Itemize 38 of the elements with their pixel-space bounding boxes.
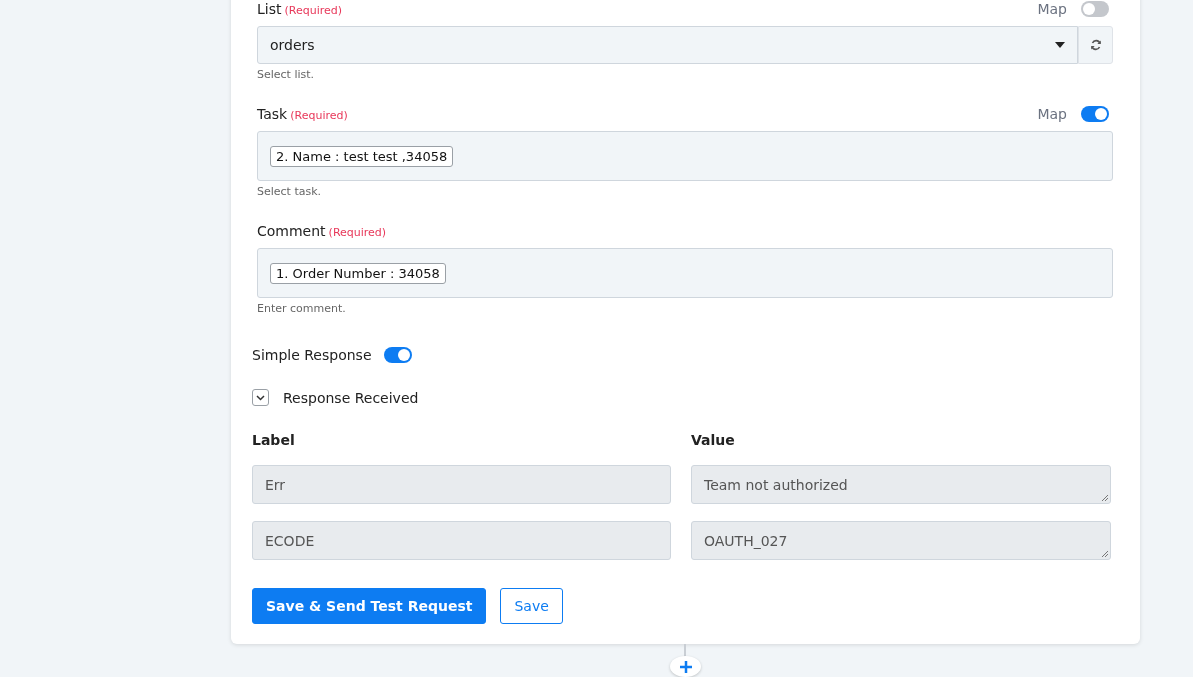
map-label: Map [1037, 1, 1067, 17]
chevron-icon [256, 394, 265, 401]
resize-handle-icon[interactable] [1101, 494, 1108, 501]
field-hint: Enter comment. [257, 302, 347, 315]
expand-toggle[interactable] [252, 389, 269, 406]
plus-icon [679, 661, 692, 674]
list-select[interactable]: orders [257, 26, 1078, 64]
mapped-field[interactable]: 2. Name : test test ,34058 [257, 131, 1113, 181]
value-field[interactable]: Team not authorized [691, 465, 1111, 504]
add-step-button[interactable] [670, 656, 701, 677]
field-token[interactable]: 2. Name : test test ,34058 [270, 145, 454, 167]
refresh-icon [1089, 39, 1102, 51]
simple-response-toggle[interactable] [383, 347, 412, 363]
map-toggle[interactable] [1081, 1, 1109, 17]
field-label: Comment [257, 223, 326, 239]
simple-response-label: Simple Response [252, 347, 372, 363]
response-received-label: Response Received [283, 389, 419, 406]
caret-icon [1055, 42, 1065, 48]
field-token[interactable]: 1. Order Number : 34058 [270, 262, 446, 284]
map-toggle[interactable] [1081, 106, 1109, 122]
save-button[interactable]: Save [500, 588, 563, 624]
label-field[interactable]: ECODE [252, 521, 671, 560]
refresh-button[interactable] [1078, 26, 1113, 64]
field-label: List [257, 1, 282, 17]
field-hint: Select task. [257, 185, 323, 198]
column-header: Value [691, 432, 736, 448]
field-hint: Select list. [257, 68, 316, 81]
save-send-button[interactable]: Save & Send Test Request [252, 588, 487, 624]
required-label: (Required) [328, 226, 387, 239]
value-field[interactable]: OAUTH_027 [691, 521, 1111, 560]
field-label: Task [257, 106, 288, 122]
column-header: Label [252, 432, 296, 448]
label-field[interactable]: Err [252, 465, 671, 504]
required-label: (Required) [284, 4, 343, 17]
mapped-field[interactable]: 1. Order Number : 34058 [257, 248, 1113, 298]
resize-handle-icon[interactable] [1101, 550, 1108, 557]
required-label: (Required) [290, 109, 348, 122]
map-label: Map [1037, 106, 1067, 122]
